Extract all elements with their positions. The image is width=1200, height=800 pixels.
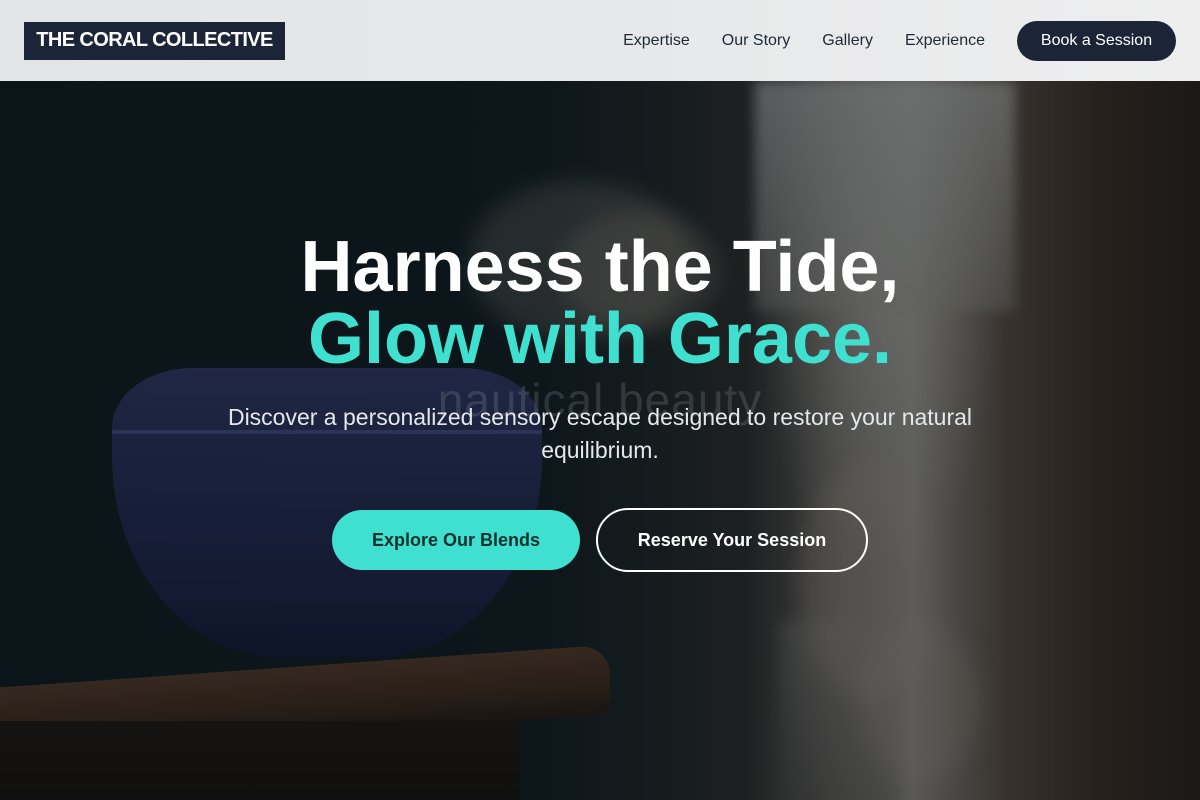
- headline-line-1: Harness the Tide,: [300, 227, 900, 307]
- hero-section: nautical beauty Harness the Tide, Glow w…: [0, 81, 1200, 800]
- hero-headline: Harness the Tide, Glow with Grace.: [0, 231, 1200, 375]
- reserve-session-button[interactable]: Reserve Your Session: [596, 508, 868, 572]
- explore-blends-button[interactable]: Explore Our Blends: [332, 510, 580, 570]
- brand-logo[interactable]: THE CORAL COLLECTIVE: [24, 21, 285, 60]
- hero-subtitle: Discover a personalized sensory escape d…: [227, 404, 973, 463]
- book-session-button[interactable]: Book a Session: [1017, 20, 1176, 61]
- hero-cta-row: Explore Our Blends Reserve Your Session: [0, 508, 1200, 572]
- site-header: THE CORAL COLLECTIVE Expertise Our Story…: [0, 0, 1200, 81]
- main-nav: Expertise Our Story Gallery Experience B…: [623, 20, 1176, 61]
- nav-link-experience[interactable]: Experience: [905, 32, 985, 50]
- headline-line-2: Glow with Grace.: [307, 299, 893, 379]
- nav-link-gallery[interactable]: Gallery: [822, 32, 873, 50]
- hero-content: Harness the Tide, Glow with Grace. Disco…: [0, 231, 1200, 572]
- nav-link-expertise[interactable]: Expertise: [623, 32, 690, 50]
- nav-link-our-story[interactable]: Our Story: [722, 32, 790, 50]
